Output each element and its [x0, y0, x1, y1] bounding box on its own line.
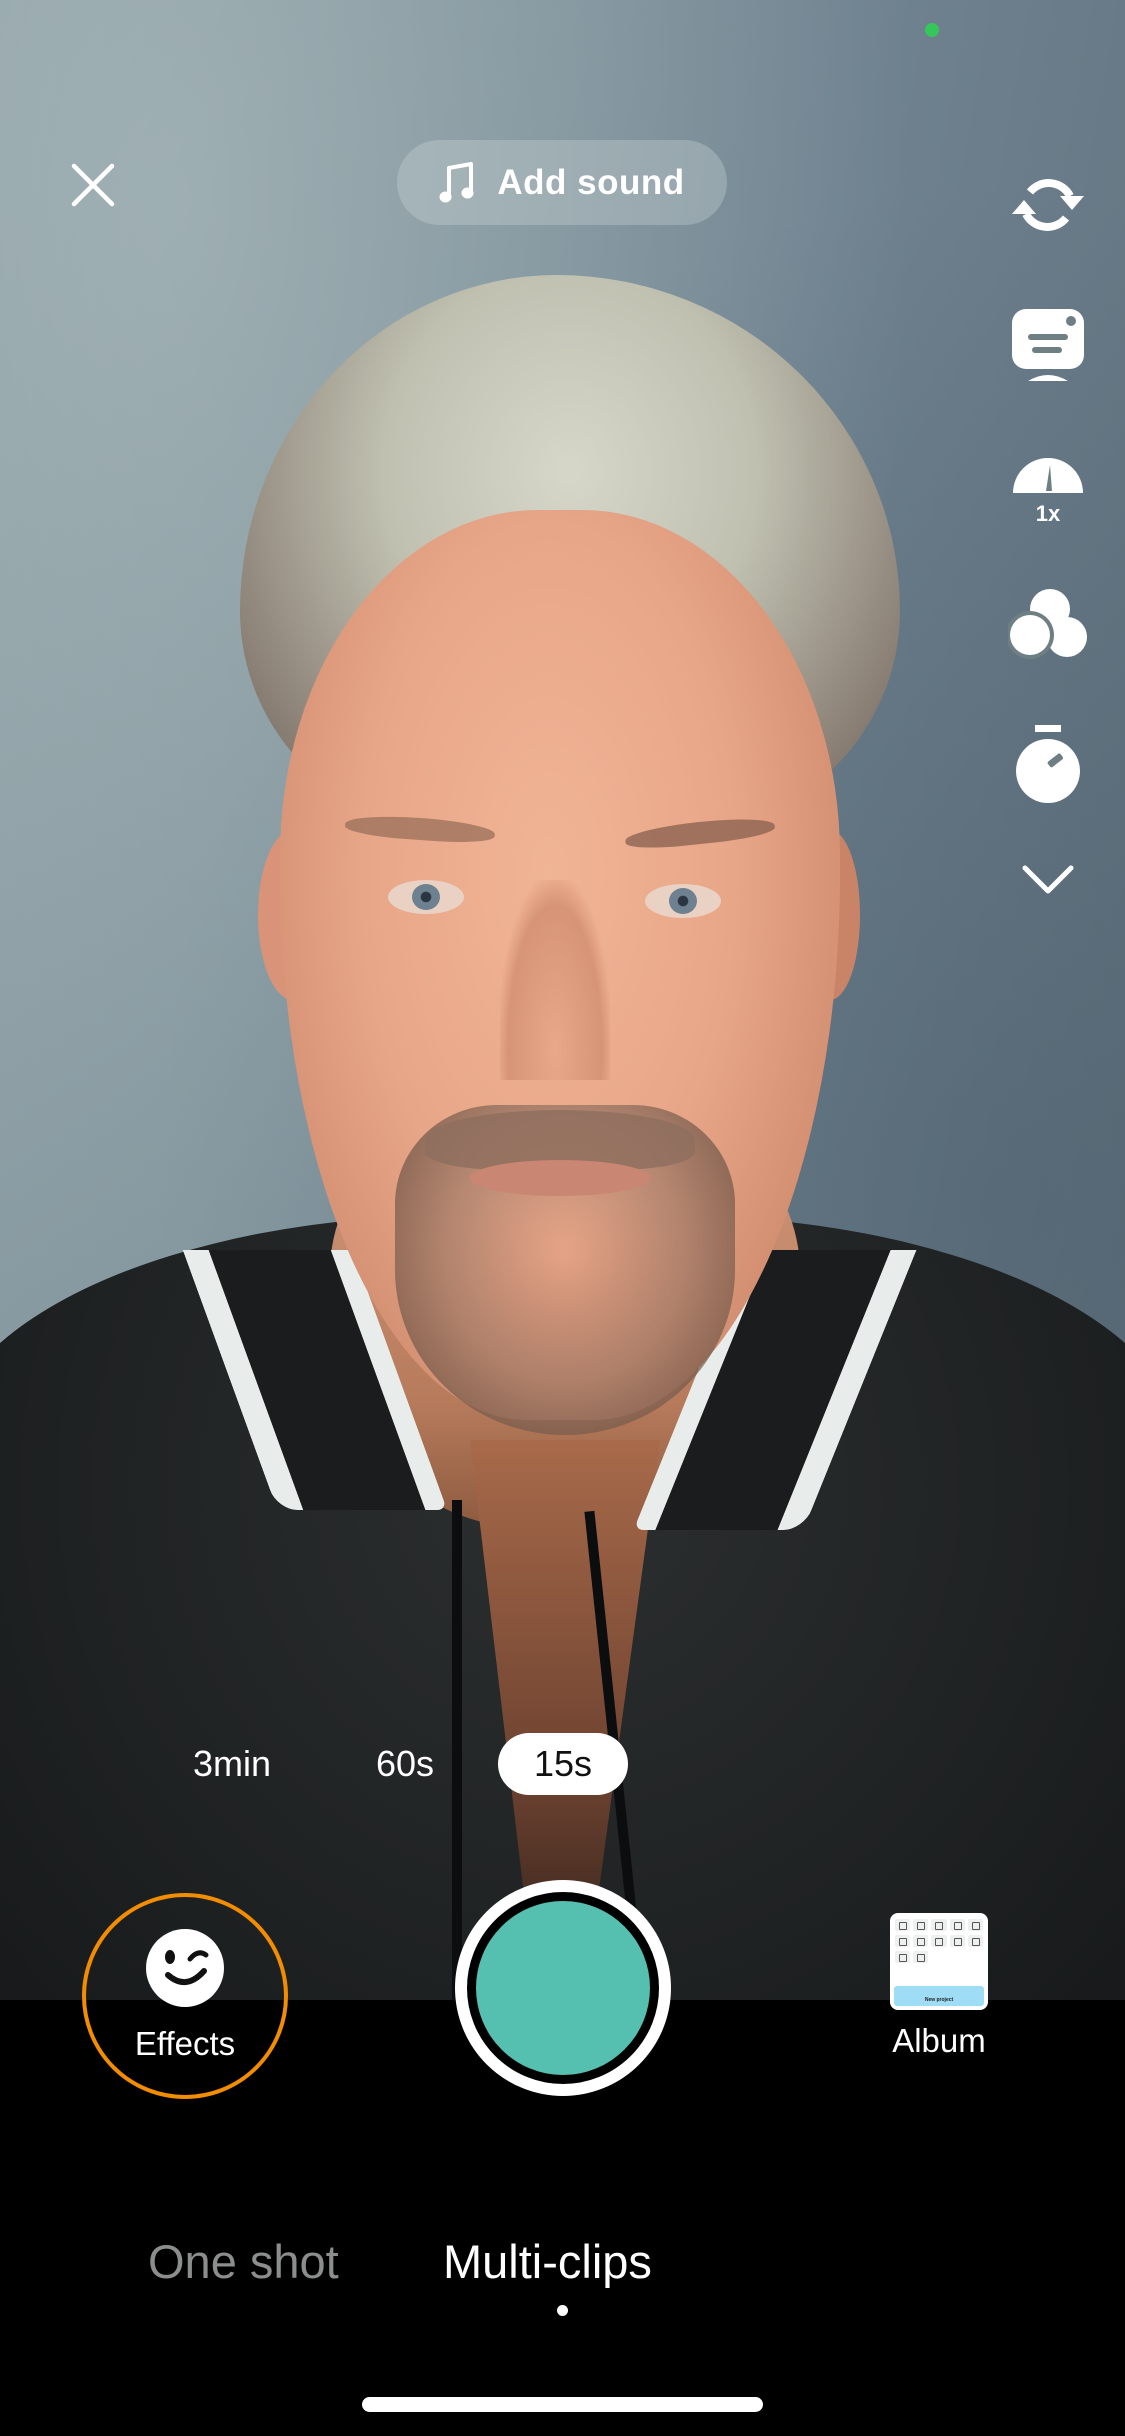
- captions-monitor-icon: [1011, 309, 1084, 381]
- duration-3min[interactable]: 3min: [170, 1733, 294, 1795]
- effects-label: Effects: [134, 2025, 236, 2062]
- add-sound-button[interactable]: Add sound: [397, 140, 727, 225]
- flip-camera-button[interactable]: [1000, 160, 1095, 250]
- timer-icon: [1015, 725, 1080, 803]
- home-indicator[interactable]: [362, 2397, 763, 2412]
- timer-button[interactable]: [1000, 720, 1095, 810]
- record-button-fill: [476, 1901, 650, 2075]
- close-icon: [71, 163, 115, 207]
- camera-in-use-indicator: [925, 23, 939, 37]
- speed-gauge-icon: 1x: [1012, 458, 1083, 523]
- camera-preview[interactable]: [0, 0, 1125, 2000]
- preview-eye: [645, 884, 721, 918]
- speed-value: 1x: [1035, 501, 1060, 523]
- more-tools-button[interactable]: [1000, 850, 1095, 910]
- thumbnail-new-project: New project: [894, 1986, 984, 2006]
- music-note-icon: [439, 161, 474, 202]
- add-sound-label: Add sound: [497, 162, 685, 202]
- close-button[interactable]: [60, 152, 126, 218]
- preview-eye: [388, 880, 464, 914]
- duration-60s[interactable]: 60s: [355, 1733, 455, 1795]
- mode-tab-one-shot[interactable]: One shot: [148, 2232, 358, 2292]
- chevron-down-icon: [1022, 865, 1073, 894]
- album-label: Album: [892, 2022, 986, 2059]
- album-thumbnail: New project: [890, 1913, 988, 2010]
- duration-15s-selected[interactable]: 15s: [498, 1733, 628, 1795]
- active-mode-indicator: [557, 2305, 568, 2316]
- preview-nose: [500, 880, 610, 1080]
- filters-icon: [1007, 589, 1087, 659]
- speed-button[interactable]: 1x: [1000, 440, 1095, 530]
- mode-tab-multi-clips[interactable]: Multi-clips: [443, 2232, 683, 2292]
- album-button[interactable]: New project Album: [868, 1910, 1010, 2070]
- filters-button[interactable]: [1000, 580, 1095, 670]
- flip-camera-icon: [1011, 179, 1084, 231]
- wink-face-icon: [146, 1929, 224, 2007]
- record-button[interactable]: [455, 1880, 671, 2096]
- effects-button[interactable]: Effects: [82, 1893, 288, 2099]
- preview-lips: [470, 1160, 650, 1196]
- duration-selector: 3min 60s 15s: [0, 1733, 1125, 1795]
- captions-button[interactable]: [1000, 300, 1095, 390]
- thumbnail-grid: [895, 1919, 983, 1963]
